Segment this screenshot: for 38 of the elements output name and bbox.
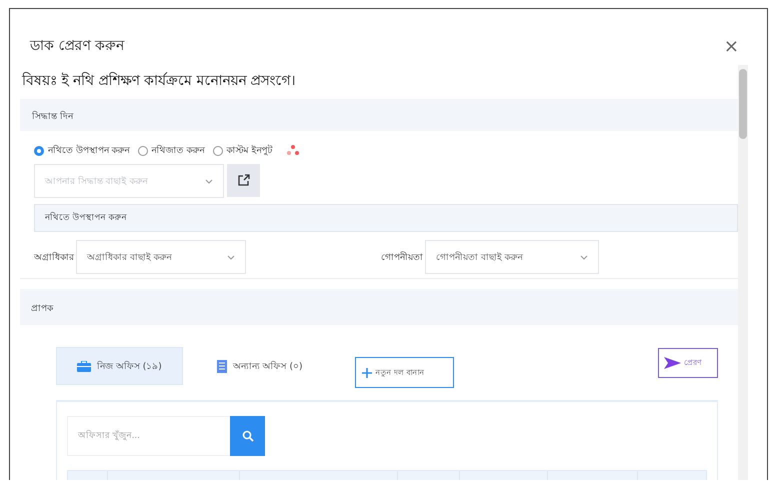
priority-select[interactable]: অগ্রাধিকার বাছাই করুন [76,240,246,274]
search-button[interactable] [230,416,265,456]
chevron-down-icon [227,254,235,260]
send-icon [664,357,681,369]
secrecy-select[interactable]: গোপনীয়তা বাছাই করুন [425,240,599,274]
plus-icon [362,368,372,378]
subject-text: বিষয়ঃ ই নথি প্রশিক্ষণ কার্যক্রমে মনোনয়ন প্রসংগে। [20,71,297,91]
select-placeholder: অগ্রাধিকার বাছাই করুন [87,251,172,264]
select-placeholder: গোপনীয়তা বাছাই করুন [436,250,523,264]
radio-button[interactable] [34,146,44,156]
dialog-title: ডাক প্রেরণ করুন [30,37,124,56]
briefcase-icon [77,360,91,372]
external-link-icon [237,174,250,187]
radio-option[interactable]: নথিজাত করুন [138,143,205,158]
search-field[interactable]: অফিসার খুঁজুন... [67,416,230,456]
dots-icon [286,144,300,157]
scrollbar-thumb[interactable] [739,69,747,139]
note-field[interactable]: নথিতে উপস্থাপন করুন [34,204,738,232]
priority-label: অগ্রাধিকার [34,251,74,264]
close-button[interactable]: × [724,36,739,56]
chevron-down-icon [580,254,588,260]
section-header: প্রাপক [20,289,738,325]
office-tab[interactable]: অন্যান্য অফিস (০) [196,347,322,385]
building-icon [216,360,227,372]
chevron-down-icon [205,178,213,184]
search-icon [242,430,254,442]
radio-label: কাস্টম ইনপুট [226,144,272,158]
radio-label: নথিজাত করুন [152,144,205,158]
external-link-button[interactable] [227,164,260,197]
select-placeholder: আপনার সিদ্ধান্ত বাছাই করুন [45,175,148,188]
office-tab[interactable]: নিজ অফিস (১৯) [56,347,183,385]
radio-option[interactable]: কাস্টম ইনপুট [212,143,272,158]
secrecy-label: গোপনীয়তা [381,250,423,264]
section-header: সিদ্ধান্ত দিন [20,99,738,131]
radio-button[interactable] [212,146,223,156]
radio-label: নথিতে উপস্থাপন করুন [48,144,130,158]
radio-option[interactable]: নথিতে উপস্থাপন করুন [34,143,130,158]
radio-button[interactable] [138,146,148,156]
